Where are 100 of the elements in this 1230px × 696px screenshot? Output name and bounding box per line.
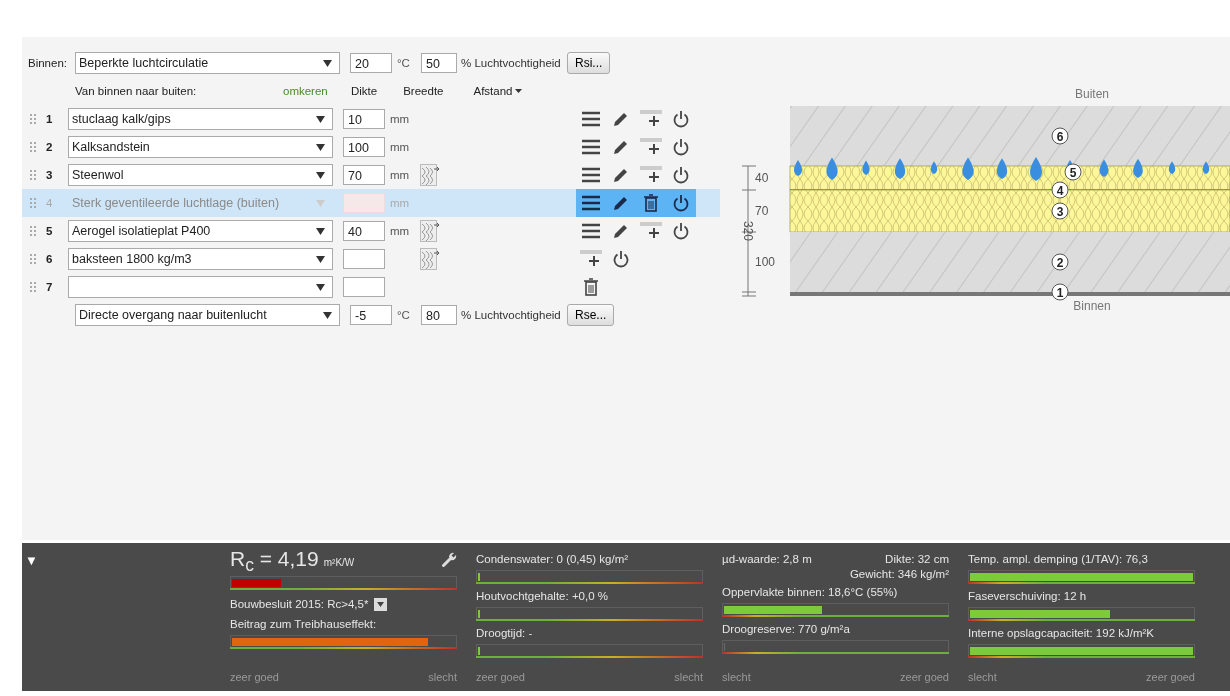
thickness-field[interactable]: 10 bbox=[343, 109, 385, 129]
building-code-label: Bouwbesluit 2015: Rc>4,5* bbox=[230, 598, 369, 610]
collapse-toggle[interactable]: ▼ bbox=[25, 553, 38, 568]
column-header: Dikte bbox=[351, 85, 378, 97]
unit-label: mm bbox=[390, 113, 410, 125]
metric-label: Condenswater: 0 (0,45) kg/m² bbox=[476, 553, 630, 567]
menu-icon[interactable] bbox=[581, 111, 601, 127]
scale-start-label: zeer goed bbox=[476, 671, 525, 683]
outside-label: Buiten bbox=[1075, 87, 1109, 101]
humidity-label: % Luchtvochtigheid bbox=[460, 309, 562, 321]
dropdown-caret-icon bbox=[323, 311, 332, 319]
layer-number: 3 bbox=[46, 169, 54, 181]
thickness-field[interactable]: 40 bbox=[343, 221, 385, 241]
scale-end-label: slecht bbox=[674, 671, 703, 683]
caret-icon[interactable] bbox=[515, 89, 523, 93]
layer-number: 2 bbox=[1051, 253, 1069, 271]
add-layer-icon[interactable] bbox=[640, 138, 662, 156]
humidity-field[interactable]: 80 bbox=[421, 305, 457, 325]
metric-label: Beitrag zum Treibhauseffekt: bbox=[230, 618, 378, 632]
dropdown-caret-icon bbox=[316, 199, 325, 207]
drag-handle-icon[interactable] bbox=[30, 254, 38, 264]
material-select[interactable]: Aerogel isolatieplat P400 bbox=[68, 220, 333, 242]
layer-number: 6 bbox=[46, 253, 54, 265]
material-select[interactable]: Steenwol bbox=[68, 164, 333, 186]
pencil-icon[interactable] bbox=[612, 222, 630, 240]
thickness-field[interactable] bbox=[343, 277, 385, 297]
drag-handle-icon[interactable] bbox=[30, 226, 38, 236]
column-header[interactable]: Afstand bbox=[473, 85, 513, 97]
reverse-link[interactable]: omkeren bbox=[283, 85, 341, 97]
unit-label: mm bbox=[390, 169, 410, 181]
dropdown-caret-icon bbox=[316, 143, 325, 151]
metric-label: Houtvochtgehalte: +0,0 % bbox=[476, 590, 610, 604]
dropdown-caret-icon bbox=[316, 255, 325, 263]
metric-label: µd-waarde: 2,8 m bbox=[722, 553, 812, 567]
thickness-field[interactable] bbox=[343, 249, 385, 269]
layer-number: 5 bbox=[1064, 163, 1082, 181]
material-select[interactable]: Kalksandstein bbox=[68, 136, 333, 158]
add-layer-icon[interactable] bbox=[640, 166, 662, 184]
add-layer-icon[interactable] bbox=[640, 222, 662, 240]
dropdown-caret-icon bbox=[323, 59, 332, 67]
pencil-icon[interactable] bbox=[612, 110, 630, 128]
wrench-icon[interactable] bbox=[441, 552, 457, 568]
metric-label: Droogtijd: - bbox=[476, 627, 534, 641]
metric-label: Faseverschuiving: 12 h bbox=[968, 590, 1088, 604]
layer-number: 2 bbox=[46, 141, 54, 153]
menu-icon[interactable] bbox=[581, 223, 601, 239]
drag-handle-icon[interactable] bbox=[30, 170, 38, 180]
inside-label: Binnen bbox=[1073, 299, 1111, 313]
climate-select[interactable]: Beperkte luchtcirculatie bbox=[75, 52, 340, 74]
direction-label: Van binnen naar buiten: bbox=[75, 85, 198, 97]
material-select[interactable]: baksteen 1800 kg/m3 bbox=[68, 248, 333, 270]
add-layer-icon[interactable] bbox=[580, 250, 602, 268]
outside-climate-select[interactable]: Directe overgang naar buitenlucht bbox=[75, 304, 340, 326]
drag-handle-icon[interactable] bbox=[30, 142, 38, 152]
temperature-unit: °C bbox=[396, 57, 411, 69]
dropdown-button-icon[interactable] bbox=[374, 597, 388, 611]
power-icon[interactable] bbox=[612, 250, 630, 268]
dropdown-caret-icon bbox=[316, 227, 325, 235]
trash-icon[interactable] bbox=[583, 278, 599, 296]
dropdown-caret-icon bbox=[316, 115, 325, 123]
temperature-unit: °C bbox=[396, 309, 411, 321]
unit-label: mm bbox=[390, 197, 410, 209]
temperature-field[interactable]: -5 bbox=[350, 305, 392, 325]
material-select[interactable]: stuclaag kalk/gips bbox=[68, 108, 333, 130]
thickness-field[interactable]: 70 bbox=[343, 165, 385, 185]
power-icon[interactable] bbox=[672, 222, 690, 240]
scale-end-label: slecht bbox=[428, 671, 457, 683]
menu-icon[interactable] bbox=[581, 139, 601, 155]
dimension-label: 70 bbox=[755, 204, 769, 218]
scale-start-label: slecht bbox=[722, 671, 751, 683]
drag-handle-icon[interactable] bbox=[30, 282, 38, 292]
dimension-label: 100 bbox=[755, 255, 776, 269]
surface-resistance-button[interactable]: Rsi... bbox=[567, 52, 611, 74]
thermal-resistance-value: R$_{c}$ = 4,19 bbox=[230, 547, 319, 577]
metric-label: Droogreserve: 770 g/m²a bbox=[722, 623, 851, 637]
unit-label: mm bbox=[390, 141, 410, 153]
drag-handle-icon[interactable] bbox=[30, 114, 38, 124]
scale-end-label: zeer goed bbox=[1146, 671, 1195, 683]
metric-label: Interne opslagcapaciteit: 192 kJ/m²K bbox=[968, 627, 1156, 641]
surface-resistance-button[interactable]: Rse... bbox=[567, 304, 615, 326]
inside-label: Binnen: bbox=[28, 57, 68, 69]
power-icon[interactable] bbox=[672, 166, 690, 184]
power-icon[interactable] bbox=[672, 138, 690, 156]
thickness-field[interactable]: 100 bbox=[343, 137, 385, 157]
column-header: Breedte bbox=[403, 85, 444, 97]
scale-start-label: slecht bbox=[968, 671, 997, 683]
add-layer-icon[interactable] bbox=[640, 110, 662, 128]
dropdown-caret-icon bbox=[316, 283, 325, 291]
pencil-icon[interactable] bbox=[612, 166, 630, 184]
unit-label: mm bbox=[390, 225, 410, 237]
temperature-field[interactable]: 20 bbox=[350, 53, 392, 73]
humidity-label: % Luchtvochtigheid bbox=[460, 57, 562, 69]
power-icon[interactable] bbox=[672, 110, 690, 128]
dimension-label: 40 bbox=[755, 171, 769, 185]
menu-icon[interactable] bbox=[581, 167, 601, 183]
humidity-field[interactable]: 50 bbox=[421, 53, 457, 73]
pencil-icon[interactable] bbox=[612, 138, 630, 156]
metric-note: Dikte: 32 cm bbox=[885, 553, 949, 565]
layer-number: 4 bbox=[46, 197, 54, 209]
metric-label: Temp. ampl. demping (1/TAV): 76,3 bbox=[968, 553, 1149, 567]
